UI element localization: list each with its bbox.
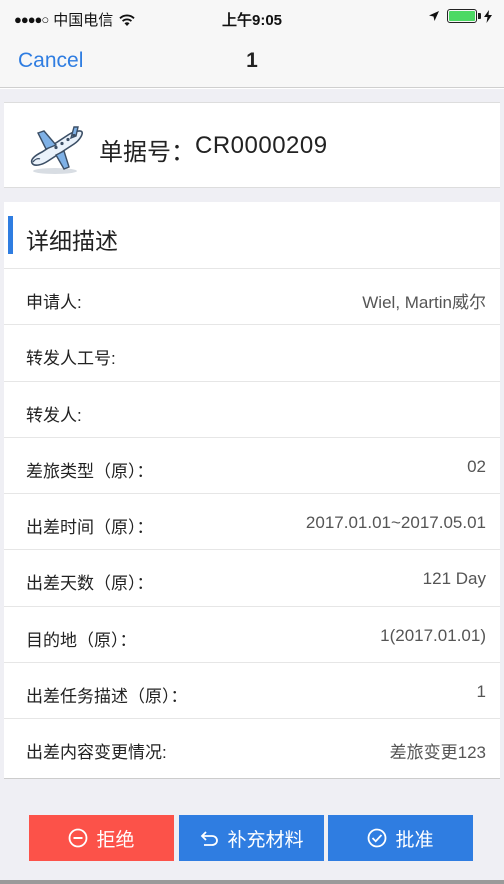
row-value: 02 — [467, 456, 486, 476]
row-label: 出差任务描述（原）： — [26, 687, 188, 707]
document-header-card: 单据号： CR0000209 — [4, 102, 500, 188]
row-value: 121 Day — [422, 569, 486, 589]
section-header: 详细描述 — [4, 202, 500, 269]
row-label: 转发人: — [26, 405, 82, 425]
detail-row-forwarder-id: 转发人工号: — [4, 325, 500, 382]
row-label: 出差内容变更情况: — [26, 743, 167, 763]
action-bar: 拒绝 补充材料 批准 — [0, 800, 504, 884]
section-accent-bar — [8, 216, 13, 254]
row-value: 差旅变更123 — [389, 743, 486, 763]
bottom-edge-divider — [0, 880, 504, 884]
status-right — [428, 9, 492, 23]
reject-button[interactable]: 拒绝 — [29, 815, 174, 861]
detail-row-travel-time: 出差时间（原）： 2017.01.01~2017.05.01 — [4, 494, 500, 551]
reject-label: 拒绝 — [96, 829, 135, 851]
minus-circle-icon — [69, 828, 88, 848]
row-value: 2017.01.01~2017.05.01 — [305, 513, 486, 533]
detail-row-change-details: 出差内容变更情况: 差旅变更123 — [4, 719, 500, 775]
approve-label: 批准 — [395, 829, 434, 851]
location-arrow-icon — [429, 11, 439, 21]
detail-row-forwarder: 转发人: — [4, 382, 500, 438]
approve-button[interactable]: 批准 — [328, 815, 473, 861]
document-number-value: CR0000209 — [195, 132, 328, 159]
row-value: Wiel, Martin威尔 — [362, 293, 486, 312]
section-title: 详细描述 — [26, 228, 118, 254]
cancel-button[interactable]: Cancel — [18, 49, 83, 73]
airplane-icon — [30, 126, 83, 174]
detail-row-applicant: 申请人: Wiel, Martin威尔 — [4, 269, 500, 326]
row-label: 差旅类型（原）： — [26, 461, 154, 481]
detail-row-travel-type: 差旅类型（原）： 02 — [4, 438, 500, 495]
battery-fill — [449, 11, 475, 21]
row-value: 1(2017.01.01) — [380, 625, 486, 645]
undo-arrow-icon — [201, 831, 219, 846]
content-area: 单据号： CR0000209 详细描述 申请人: Wiel, Martin威尔 … — [0, 89, 504, 800]
row-label: 出差时间（原）： — [26, 518, 154, 538]
charging-bolt-icon — [484, 9, 492, 23]
status-bar: ●●●●○ 中国电信 上午9:05 — [0, 0, 504, 36]
detail-row-task-description: 出差任务描述（原）： 1 — [4, 663, 500, 720]
row-label: 出差天数（原）： — [26, 574, 154, 594]
row-value: 1 — [476, 682, 486, 702]
navigation-bar: Cancel 1 — [0, 36, 504, 88]
row-label: 转发人工号: — [26, 349, 116, 369]
supplement-materials-button[interactable]: 补充材料 — [179, 815, 324, 861]
detail-section: 详细描述 申请人: Wiel, Martin威尔 转发人工号: 转发人: 差旅类… — [4, 202, 500, 779]
supplement-materials-label: 补充材料 — [227, 829, 304, 851]
row-label: 申请人: — [26, 293, 82, 312]
document-number-label: 单据号： — [99, 139, 195, 166]
row-label: 目的地（原）： — [26, 630, 137, 650]
detail-row-destination: 目的地（原）： 1(2017.01.01) — [4, 607, 500, 664]
check-circle-icon — [368, 828, 387, 848]
document-number: 单据号： CR0000209 — [99, 132, 328, 167]
detail-row-travel-days: 出差天数（原）： 121 Day — [4, 550, 500, 607]
battery-icon — [447, 9, 481, 23]
